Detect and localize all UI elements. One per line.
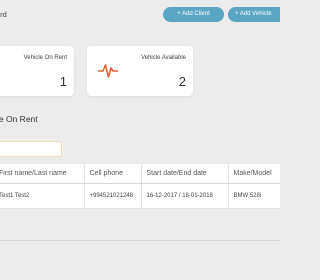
table-header-row: First name/Last name Cell phone Start da… <box>0 164 280 184</box>
vehicle-on-rent-label: Vehicle On Rent <box>23 55 67 61</box>
add-vehicle-button[interactable]: + Add Vehicle <box>228 7 280 22</box>
section-title: le On Rent <box>0 114 38 124</box>
dashboard-screen: ard + Add Client + Add Vehicle Vehicle O… <box>0 0 280 280</box>
add-client-button[interactable]: + Add Client <box>163 7 224 22</box>
vehicle-on-rent-card: Vehicle On Rent 1 <box>0 46 74 96</box>
cell-phone: +994521021248 <box>84 183 142 209</box>
cell-make-model: BMW 528i <box>228 183 280 209</box>
pulse-icon <box>98 64 118 78</box>
vehicle-available-count: 2 <box>178 74 186 89</box>
cell-name: Test1 Test2 <box>0 183 85 209</box>
column-header-phone[interactable]: Cell phone <box>84 164 142 184</box>
page-title: ard <box>0 10 7 19</box>
vehicle-available-card: Vehicle Available 2 <box>87 46 193 96</box>
column-header-dates[interactable]: Start date/End date <box>141 164 229 184</box>
divider <box>0 240 280 241</box>
search-input[interactable] <box>0 141 62 157</box>
rent-table: First name/Last name Cell phone Start da… <box>0 164 280 209</box>
column-header-name[interactable]: First name/Last name <box>0 164 85 184</box>
cell-dates: 16-12-2017 / 18-01-2018 <box>141 183 229 209</box>
vehicle-available-label: Vehicle Available <box>141 55 186 61</box>
table-row[interactable]: Test1 Test2 +994521021248 16-12-2017 / 1… <box>0 183 280 209</box>
vehicle-on-rent-count: 1 <box>59 74 67 89</box>
column-header-make-model[interactable]: Make/Model <box>228 164 280 184</box>
